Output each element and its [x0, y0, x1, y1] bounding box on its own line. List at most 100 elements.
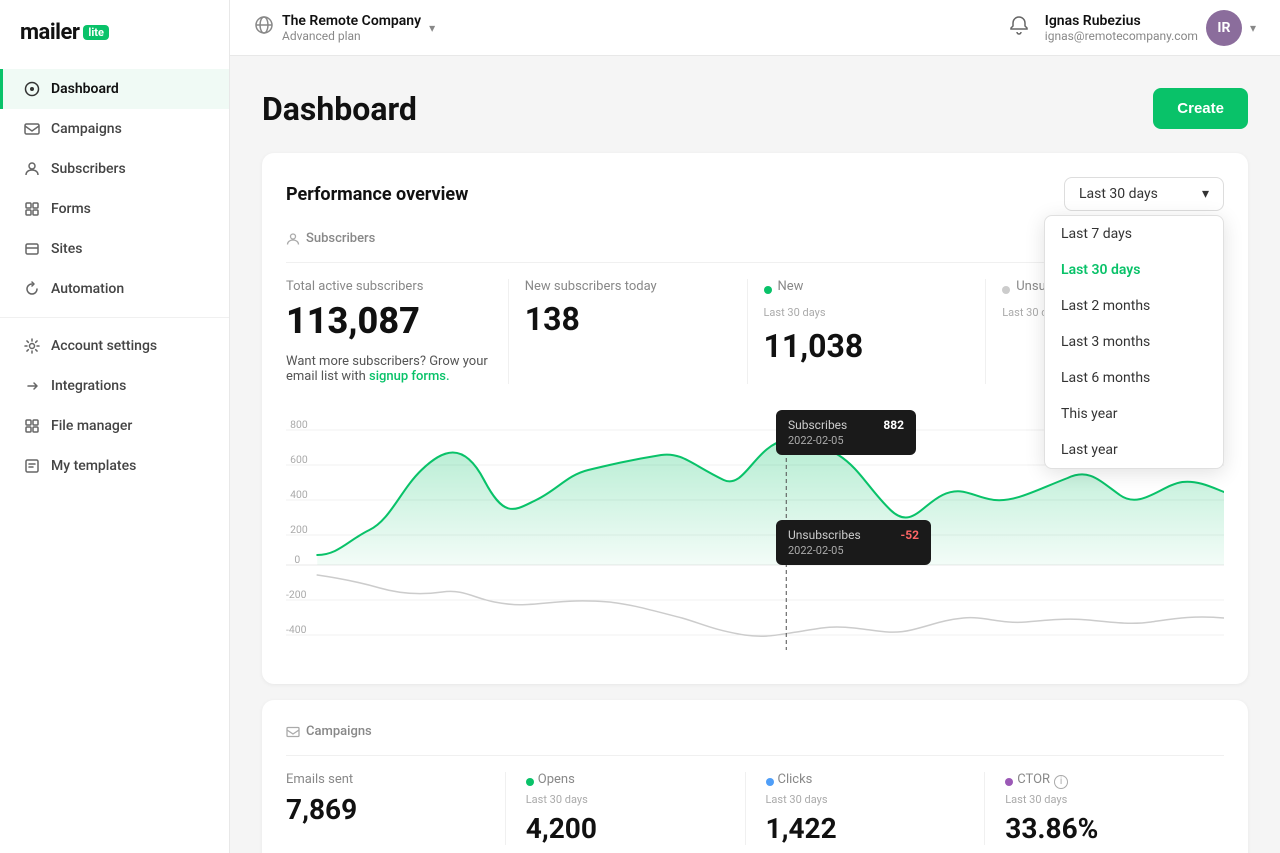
subscribers-label: Subscribers [306, 231, 375, 246]
dropdown-menu: Last 7 days Last 30 days Last 2 months L… [1044, 215, 1224, 469]
dropdown-option-thisyear[interactable]: This year [1045, 396, 1223, 432]
campaigns-label: Campaigns [306, 724, 372, 739]
opens-label: Opens [538, 772, 575, 787]
bell-icon[interactable] [1009, 15, 1029, 40]
performance-title: Performance overview [286, 184, 468, 205]
tooltip-unsubscribes-value: -52 [901, 528, 920, 542]
logo-area: mailer lite [0, 0, 229, 69]
account-settings-icon [23, 337, 41, 355]
sidebar-nav: Dashboard Campaigns Subscribers Forms Si… [0, 69, 229, 486]
company-plan: Advanced plan [282, 29, 421, 43]
automation-icon [23, 280, 41, 298]
sidebar-item-file-manager-label: File manager [51, 418, 132, 434]
tooltip-unsubscribes-date: 2022-02-05 [788, 544, 919, 557]
performance-overview-card: Performance overview Last 30 days ▾ Last… [262, 153, 1248, 684]
sidebar-item-dashboard[interactable]: Dashboard [0, 69, 229, 109]
tooltip-subscribes-label: Subscribes [788, 418, 847, 432]
company-name: The Remote Company [282, 13, 421, 29]
date-range-dropdown[interactable]: Last 30 days ▾ Last 7 days Last 30 days … [1064, 177, 1224, 211]
sidebar-item-integrations[interactable]: Integrations [0, 366, 229, 406]
opens-dot-icon [526, 778, 534, 786]
signup-link[interactable]: signup forms. [369, 369, 450, 384]
svg-text:-200: -200 [286, 590, 307, 601]
nav-divider [0, 317, 229, 318]
campaigns-section-label: Campaigns [286, 724, 1224, 739]
clicks-dot-icon [766, 778, 774, 786]
card-header: Performance overview Last 30 days ▾ Last… [286, 177, 1224, 211]
logo-badge: lite [83, 25, 109, 40]
campaigns-stats: Emails sent 7,869 Opens Last 30 days 4,2… [286, 755, 1224, 845]
sidebar-item-dashboard-label: Dashboard [51, 81, 119, 97]
dropdown-button[interactable]: Last 30 days ▾ [1064, 177, 1224, 211]
opens-stat: Opens Last 30 days 4,200 [506, 772, 746, 845]
globe-icon [254, 15, 274, 40]
total-active-value: 113,087 [286, 300, 492, 342]
create-button[interactable]: Create [1153, 88, 1248, 129]
user-info[interactable]: Ignas Rubezius ignas@remotecompany.com I… [1045, 10, 1256, 46]
sidebar-item-my-templates[interactable]: My templates [0, 446, 229, 486]
svg-text:800: 800 [290, 420, 308, 431]
ctor-info-icon[interactable]: i [1054, 775, 1068, 789]
ctor-dot-icon [1005, 778, 1013, 786]
tooltip-unsubscribes: Unsubscribes -52 2022-02-05 [776, 520, 931, 565]
my-templates-icon [23, 457, 41, 475]
tooltip-subscribes: Subscribes 882 2022-02-05 [776, 410, 916, 455]
total-active-block: Total active subscribers 113,087 Want mo… [286, 279, 509, 384]
sidebar-item-account-settings[interactable]: Account settings [0, 326, 229, 366]
dropdown-option-3months[interactable]: Last 3 months [1045, 324, 1223, 360]
svg-text:-400: -400 [286, 625, 307, 636]
new-subscribers-block: New Last 30 days 11,038 [748, 279, 987, 384]
sidebar-item-forms[interactable]: Forms [0, 189, 229, 229]
sidebar-item-subscribers-label: Subscribers [51, 161, 126, 177]
user-email: ignas@remotecompany.com [1045, 29, 1198, 43]
ctor-value: 33.86% [1005, 812, 1204, 845]
logo-text: mailer [20, 20, 79, 45]
sidebar: mailer lite Dashboard Campaigns Subscrib… [0, 0, 230, 853]
sidebar-item-sites[interactable]: Sites [0, 229, 229, 269]
svg-text:600: 600 [290, 455, 308, 466]
unsub-dot-icon [1002, 286, 1010, 294]
dropdown-option-30days[interactable]: Last 30 days [1045, 252, 1223, 288]
sidebar-item-automation[interactable]: Automation [0, 269, 229, 309]
ctor-label: CTOR [1017, 772, 1050, 787]
new-subscribers-value: 11,038 [764, 327, 970, 365]
sidebar-item-account-settings-label: Account settings [51, 338, 157, 354]
ctor-period: Last 30 days [1005, 793, 1204, 806]
sidebar-item-file-manager[interactable]: File manager [0, 406, 229, 446]
forms-icon [23, 200, 41, 218]
company-info[interactable]: The Remote Company Advanced plan ▾ [254, 13, 435, 43]
avatar: IR [1206, 10, 1242, 46]
new-subscribers-label: New [778, 279, 804, 294]
campaigns-card: Campaigns Emails sent 7,869 Opens Last 3… [262, 700, 1248, 853]
dropdown-chevron-icon: ▾ [1202, 186, 1209, 202]
dropdown-option-2months[interactable]: Last 2 months [1045, 288, 1223, 324]
header-right: Ignas Rubezius ignas@remotecompany.com I… [1009, 10, 1256, 46]
svg-text:0: 0 [294, 555, 300, 566]
signup-text: Want more subscribers? Grow your email l… [286, 354, 492, 384]
dropdown-option-lastyear[interactable]: Last year [1045, 432, 1223, 468]
clicks-value: 1,422 [766, 812, 965, 845]
page-header: Dashboard Create [262, 88, 1248, 129]
clicks-label: Clicks [778, 772, 813, 787]
user-chevron-icon: ▾ [1250, 21, 1256, 35]
new-today-value: 138 [525, 300, 731, 338]
page-title: Dashboard [262, 90, 417, 128]
dropdown-option-7days[interactable]: Last 7 days [1045, 216, 1223, 252]
sidebar-item-campaigns[interactable]: Campaigns [0, 109, 229, 149]
emails-sent-stat: Emails sent 7,869 [286, 772, 506, 845]
sidebar-item-subscribers[interactable]: Subscribers [0, 149, 229, 189]
svg-text:400: 400 [290, 490, 308, 501]
main-area: The Remote Company Advanced plan ▾ Ignas… [230, 0, 1280, 853]
dropdown-option-6months[interactable]: Last 6 months [1045, 360, 1223, 396]
clicks-period: Last 30 days [766, 793, 965, 806]
tooltip-subscribes-date: 2022-02-05 [788, 434, 904, 447]
tooltip-subscribes-value: 882 [883, 418, 904, 432]
tooltip-unsubscribes-label: Unsubscribes [788, 528, 861, 542]
subscribers-icon [23, 160, 41, 178]
user-name: Ignas Rubezius [1045, 13, 1198, 29]
emails-sent-value: 7,869 [286, 793, 485, 826]
opens-value: 4,200 [526, 812, 725, 845]
sidebar-item-forms-label: Forms [51, 201, 91, 217]
campaigns-icon [23, 120, 41, 138]
new-period: Last 30 days [764, 306, 970, 319]
